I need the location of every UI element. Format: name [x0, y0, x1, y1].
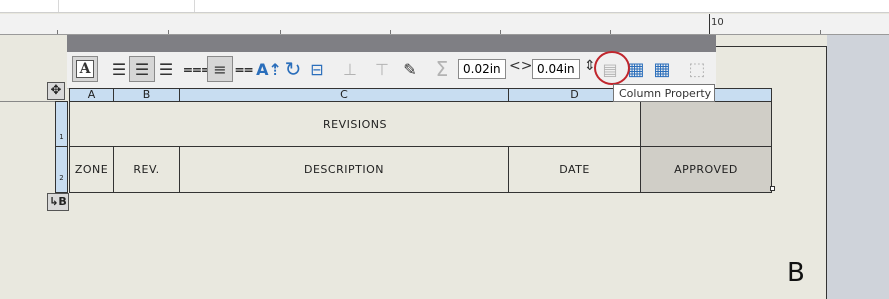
sheet-guide-line — [0, 101, 55, 102]
ruler-label-10: 10 — [711, 17, 724, 28]
column-header-a[interactable]: A — [70, 89, 114, 101]
column-header-c[interactable]: C — [180, 89, 509, 101]
column-property-tooltip: Column Property — [613, 84, 715, 102]
table-row-title: REVISIONS — [69, 102, 772, 147]
table-resize-handle[interactable] — [770, 186, 775, 191]
column-header-b[interactable]: B — [114, 89, 180, 101]
edit-cell-icon[interactable]: ✎ — [397, 56, 423, 82]
rotate-icon[interactable]: ↻ — [280, 56, 306, 82]
revision-table: REVISIONS ZONE REV. DESCRIPTION DATE APP… — [69, 102, 772, 193]
ruler-tick — [57, 30, 58, 34]
sheet-border-line — [710, 46, 827, 47]
align-right-icon[interactable]: ☰ — [153, 56, 179, 82]
column-spacing-icon: <> — [509, 58, 533, 74]
ruler-tick — [820, 30, 821, 34]
anchor-point-icon[interactable]: ↳B — [47, 193, 69, 211]
table-cell-date[interactable]: DATE — [509, 147, 641, 192]
sheet-zone-letter: B — [787, 258, 805, 288]
ruler-tick — [500, 30, 501, 34]
ruler-position-marker — [709, 14, 710, 34]
table-cell-zone[interactable]: ZONE — [70, 147, 114, 192]
valign-middle-icon[interactable]: ≡ — [207, 56, 233, 82]
top-strip — [0, 0, 889, 13]
toolbar-title-bar[interactable] — [67, 35, 716, 52]
table-cell-rev[interactable]: REV. — [114, 147, 180, 192]
horizontal-ruler[interactable]: 10 — [0, 14, 889, 35]
ruler-tick — [390, 30, 391, 34]
top-strip-divider — [194, 0, 195, 12]
table-cell-shaded[interactable] — [641, 102, 771, 146]
table-row-header: ZONE REV. DESCRIPTION DATE APPROVED — [69, 146, 772, 193]
sheet-border-line — [826, 46, 827, 299]
top-strip-divider — [58, 0, 59, 12]
sum-icon[interactable]: Σ — [429, 56, 455, 82]
table-title-cell[interactable]: REVISIONS — [70, 102, 641, 146]
sheet-outside-area — [827, 35, 889, 299]
split-table-icon[interactable]: ⬚ — [684, 56, 710, 82]
row-spacing-field[interactable] — [458, 59, 506, 79]
ruler-tick — [280, 30, 281, 34]
row-header-1[interactable]: 1 — [55, 101, 68, 147]
valign-bottom-icon[interactable]: ⩵ — [231, 56, 257, 82]
highlight-circle — [594, 51, 630, 85]
table-grid-icon[interactable]: ▦ — [649, 56, 675, 82]
move-table-icon[interactable]: ✥ — [47, 82, 65, 100]
row-header-2[interactable]: 2 — [55, 146, 68, 193]
ruler-tick — [610, 30, 611, 34]
text-height-icon[interactable]: A⇡ — [256, 56, 282, 82]
insert-row-below-icon[interactable]: ⊤ — [369, 56, 395, 82]
column-spacing-field[interactable] — [532, 59, 580, 79]
align-center-icon[interactable]: ☰ — [129, 56, 155, 82]
ruler-tick — [168, 30, 169, 34]
fit-text-icon[interactable]: ⊟ — [304, 56, 330, 82]
insert-row-above-icon[interactable]: ⊥ — [337, 56, 363, 82]
table-cell-approved[interactable]: APPROVED — [641, 147, 771, 192]
text-format-icon[interactable]: A — [72, 56, 98, 82]
table-cell-description[interactable]: DESCRIPTION — [180, 147, 509, 192]
